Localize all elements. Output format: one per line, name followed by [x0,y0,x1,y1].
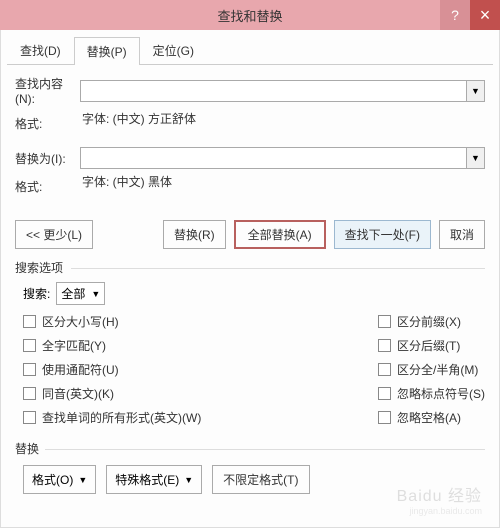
find-format-label: 格式: [15,115,80,132]
find-next-button[interactable]: 查找下一处(F) [334,220,431,249]
checkbox-icon [378,339,391,352]
checkbox-icon [23,363,36,376]
chevron-down-icon: ▼ [91,289,100,299]
no-format-button[interactable]: 不限定格式(T) [212,465,309,494]
tab-find[interactable]: 查找(D) [7,36,74,64]
check-ignore-punct[interactable]: 忽略标点符号(S) [378,385,485,402]
replace-legend: 替换 [15,440,485,457]
find-format-value: 字体: (中文) 方正舒体 [80,110,196,127]
checkbox-icon [23,411,36,424]
check-wildcards[interactable]: 使用通配符(U) [23,361,378,378]
find-input[interactable] [81,81,466,101]
replace-dropdown-icon[interactable]: ▼ [466,148,484,168]
tab-goto[interactable]: 定位(G) [140,36,207,64]
tab-strip: 查找(D) 替换(P) 定位(G) [7,36,493,65]
checkbox-icon [378,387,391,400]
chevron-down-icon: ▼ [184,475,193,485]
close-button[interactable]: × [470,0,500,30]
check-suffix[interactable]: 区分后缀(T) [378,337,485,354]
find-dropdown-icon[interactable]: ▼ [466,81,484,101]
find-input-wrap: ▼ [80,80,485,102]
checkbox-icon [378,363,391,376]
format-menu-button[interactable]: 格式(O) ▼ [23,465,96,494]
replace-input[interactable] [81,148,466,168]
checkbox-grid: 区分大小写(H) 全字匹配(Y) 使用通配符(U) 同音(英文)(K) 查找单词… [15,313,485,426]
form-area: 查找内容(N): ▼ 格式: 字体: (中文) 方正舒体 替换为(I): ▼ 格… [1,65,499,214]
chevron-down-icon: ▼ [78,475,87,485]
check-word-forms[interactable]: 查找单词的所有形式(英文)(W) [23,409,378,426]
find-label: 查找内容(N): [15,75,80,106]
checkbox-icon [23,315,36,328]
check-prefix[interactable]: 区分前缀(X) [378,313,485,330]
check-match-case[interactable]: 区分大小写(H) [23,313,378,330]
dialog-body: 查找(D) 替换(P) 定位(G) 查找内容(N): ▼ 格式: 字体: (中文… [0,30,500,528]
check-fullwidth[interactable]: 区分全/半角(M) [378,361,485,378]
less-button[interactable]: << 更少(L) [15,220,93,249]
dialog-title: 查找和替换 [0,6,500,25]
titlebar: 查找和替换 ? × [0,0,500,30]
button-row: << 更少(L) 替换(R) 全部替换(A) 查找下一处(F) 取消 [1,214,499,259]
checkbox-icon [23,339,36,352]
check-ignore-space[interactable]: 忽略空格(A) [378,409,485,426]
replace-fieldset: 替换 格式(O) ▼ 特殊格式(E) ▼ 不限定格式(T) [15,434,485,494]
checkbox-icon [378,315,391,328]
replace-input-wrap: ▼ [80,147,485,169]
replace-format-value: 字体: (中文) 黑体 [80,173,172,190]
special-menu-button[interactable]: 特殊格式(E) ▼ [106,465,202,494]
cancel-button[interactable]: 取消 [439,220,485,249]
replace-label: 替换为(I): [15,150,80,167]
replace-format-label: 格式: [15,178,80,195]
search-direction-value: 全部 [61,285,85,302]
check-whole-word[interactable]: 全字匹配(Y) [23,337,378,354]
tab-replace[interactable]: 替换(P) [74,37,140,65]
search-direction-label: 搜索: [23,285,50,302]
help-button[interactable]: ? [440,0,470,30]
titlebar-buttons: ? × [440,0,500,30]
checkbox-icon [378,411,391,424]
check-sounds-like[interactable]: 同音(英文)(K) [23,385,378,402]
search-direction-select[interactable]: 全部 ▼ [56,282,105,305]
options-fieldset: 搜索选项 搜索: 全部 ▼ 区分大小写(H) 全字匹配(Y) 使用通配符(U) … [15,259,485,426]
options-legend: 搜索选项 [15,259,485,276]
replace-all-button[interactable]: 全部替换(A) [234,220,326,249]
checkbox-icon [23,387,36,400]
replace-button[interactable]: 替换(R) [163,220,226,249]
